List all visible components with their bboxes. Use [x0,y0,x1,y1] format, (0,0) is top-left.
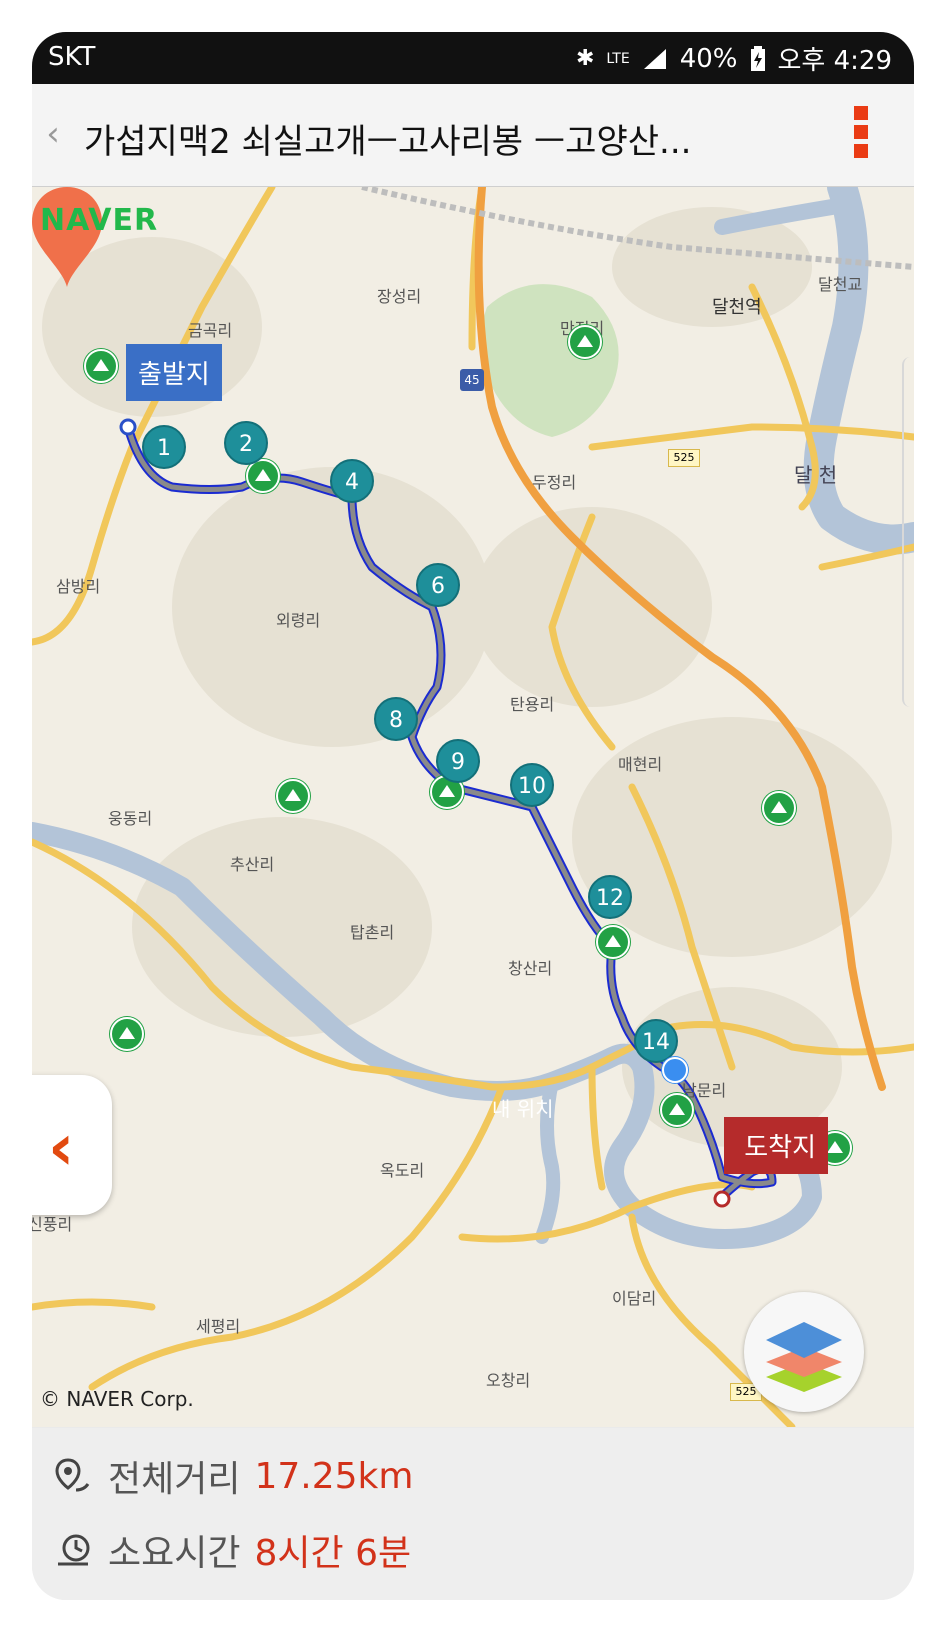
mountain-icon[interactable] [84,349,118,383]
waypoint-pin[interactable]: 2 [224,421,268,465]
place-label: 옥도리 [380,1161,425,1180]
waypoint-pin[interactable]: 8 [374,697,418,741]
start-point [119,418,137,436]
bluetooth-icon: ✱ [575,46,595,71]
place-label: 탄용리 [510,695,555,714]
place-label: 달 천 [794,463,838,487]
road-sign: 525 [668,449,700,467]
mountain-icon[interactable] [110,1017,144,1051]
map-view[interactable]: 장성리 금곡리 만정리 달천역 달천교 달 천 두정리 삼방리 외령리 탄용리 … [32,187,914,1427]
highway-shield: 45 [460,369,484,391]
battery-icon [750,45,765,71]
place-label: 매현리 [618,755,663,774]
place-label: 삼방리 [56,577,101,596]
mountain-icon[interactable] [762,791,796,825]
status-icons: ✱ LTE 40% 오후 4:29 [576,40,892,77]
scroll-indicator[interactable] [902,357,914,707]
place-label: 웅동리 [108,809,153,828]
distance-value: 17.25km [254,1455,414,1497]
distance-pin-icon [55,1458,90,1492]
distance-row: 전체거리 17.25km [54,1450,413,1502]
waypoint-pin[interactable]: 12 [588,875,632,919]
mountain-icon[interactable] [276,779,310,813]
layers-button[interactable] [744,1292,864,1412]
lte-icon: LTE [606,50,630,67]
app-bar: ‹ 가섭지맥2 쇠실고개ㅡ고사리봉 ㅡ고양산... [32,84,914,187]
copyright: © NAVER Corp. [40,1387,194,1411]
collapse-panel-button[interactable]: ‹ [32,1075,112,1215]
clock-icon [58,1534,90,1566]
waypoint-pin[interactable]: 4 [330,459,374,503]
route-title: 가섭지맥2 쇠실고개ㅡ고사리봉 ㅡ고양산... [84,122,692,162]
my-location-label: 내 위치 [492,1097,554,1121]
more-vertical-icon[interactable] [854,106,874,166]
mountain-icon[interactable] [568,325,602,359]
time-row: 소요시간 8시간 6분 [54,1524,411,1576]
place-label: 이담리 [612,1289,657,1308]
time-label: 소요시간 [108,1533,241,1574]
waypoint-pin[interactable]: 1 [142,425,186,469]
status-bar: SKT ✱ LTE 40% 오후 4:29 [32,32,914,84]
waypoint-pin[interactable]: 6 [416,563,460,607]
route-summary: 전체거리 17.25km 소요시간 8시간 6분 [32,1428,914,1600]
end-flag: 도착지 [724,1117,828,1174]
gps-dot [662,1057,688,1083]
place-label: 창산리 [508,959,553,978]
waypoint-pin[interactable]: 9 [436,739,480,783]
place-label: 두정리 [532,473,577,492]
battery-percent: 40% [679,43,738,74]
mountain-icon[interactable] [660,1093,694,1127]
phone-screen: SKT ✱ LTE 40% 오후 4:29 ‹ 가섭지맥2 쇠실고개ㅡ고사리봉 … [32,32,914,1600]
carrier-label: SKT [48,42,96,72]
place-label: 외령리 [276,611,321,630]
start-flag: 출발지 [126,344,222,401]
waypoint-pin[interactable]: 10 [510,763,554,807]
layers-icon [766,1322,842,1392]
place-label: 세평리 [196,1317,241,1336]
chevron-left-icon: ‹ [48,1111,75,1185]
place-label: 달천교 [818,275,863,294]
time-value: 8시간 6분 [254,1533,412,1574]
back-chevron-icon[interactable]: ‹ [38,114,68,154]
distance-label: 전체거리 [108,1459,241,1500]
place-label: 탑촌리 [350,923,395,942]
naver-logo: NAVER [40,203,159,238]
place-label: 달천역 [712,297,762,318]
place-label: 추산리 [230,855,275,874]
place-label: 오창리 [486,1371,531,1390]
end-point [713,1190,731,1208]
mountain-icon[interactable] [596,925,630,959]
clock: 오후 4:29 [777,46,893,76]
place-label: 장성리 [377,287,422,306]
signal-icon [643,48,666,69]
place-label: 금곡리 [188,321,233,340]
